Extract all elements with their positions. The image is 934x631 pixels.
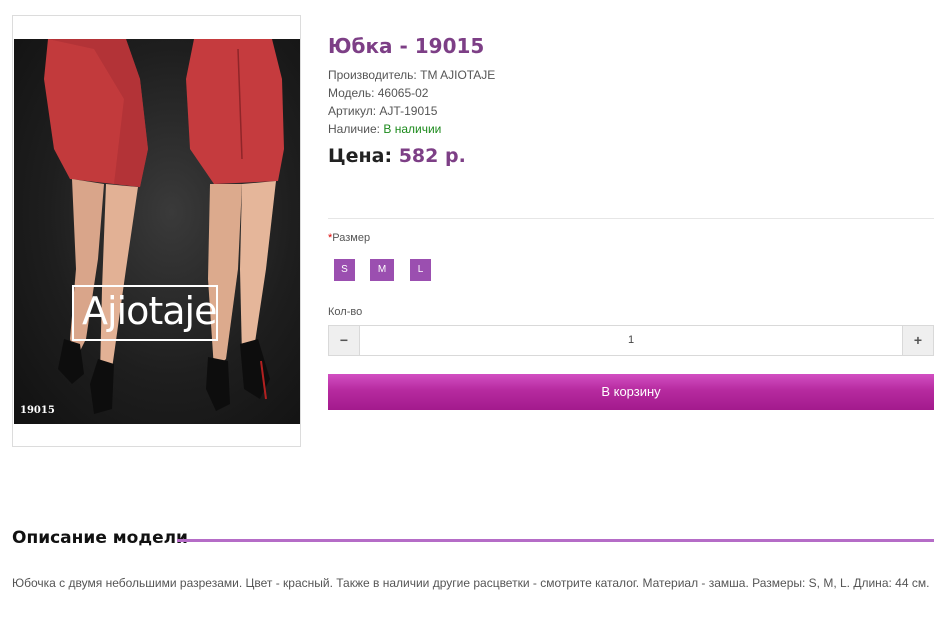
- article-label: Артикул:: [328, 104, 377, 118]
- description-title: Описание модели: [12, 528, 188, 548]
- model-value: 46065-02: [377, 86, 429, 100]
- description-divider: [177, 539, 934, 542]
- add-to-cart-button[interactable]: В корзину: [328, 374, 934, 410]
- stock-row: Наличие: В наличии: [328, 122, 441, 136]
- size-option-l[interactable]: L: [410, 259, 431, 281]
- article-value: AJT-19015: [379, 104, 438, 118]
- quantity-increase-button[interactable]: +: [902, 326, 933, 355]
- brand-logo: Ajiotaje: [82, 289, 217, 333]
- quantity-label: Кол-во: [328, 306, 363, 318]
- price-value: 582 р.: [398, 145, 466, 167]
- product-image-frame[interactable]: Ajiotaje 19015: [12, 15, 301, 447]
- quantity-input[interactable]: 1: [361, 326, 901, 355]
- product-title: Юбка - 19015: [328, 34, 485, 58]
- manufacturer-row: Производитель: TM AJIOTAJE: [328, 68, 495, 82]
- quantity-stepper: − 1 +: [328, 325, 934, 356]
- size-option-m[interactable]: M: [370, 259, 394, 281]
- price: Цена: 582 р.: [328, 145, 466, 167]
- model-label: Модель:: [328, 86, 375, 100]
- size-label: *Размер: [328, 232, 370, 244]
- price-label: Цена:: [328, 145, 393, 167]
- article-row: Артикул: AJT-19015: [328, 104, 437, 118]
- divider: [328, 218, 934, 219]
- stock-status: В наличии: [383, 122, 442, 136]
- product-image[interactable]: Ajiotaje 19015: [14, 39, 300, 424]
- model-row: Модель: 46065-02: [328, 86, 428, 100]
- quantity-decrease-button[interactable]: −: [329, 326, 360, 355]
- manufacturer-value[interactable]: TM AJIOTAJE: [420, 68, 495, 82]
- stock-label: Наличие:: [328, 122, 381, 136]
- manufacturer-label: Производитель:: [328, 68, 417, 82]
- product-photo-illustration: [44, 39, 284, 414]
- description-text: Юбочка с двумя небольшими разрезами. Цве…: [12, 576, 930, 590]
- size-label-text: Размер: [332, 232, 371, 244]
- size-option-s[interactable]: S: [334, 259, 355, 281]
- image-code: 19015: [20, 405, 55, 416]
